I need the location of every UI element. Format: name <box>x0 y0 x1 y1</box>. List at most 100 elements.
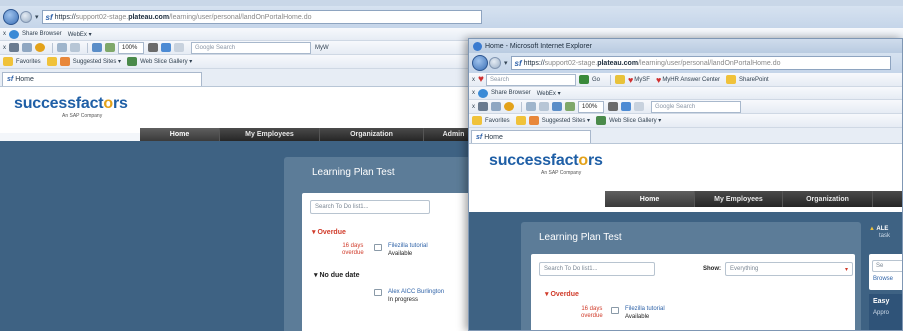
front-toolbar-search-input[interactable]: Search <box>485 73 576 86</box>
myhr-answer-center-link[interactable]: MyHR Answer Center <box>662 77 720 83</box>
front-nav-back-button[interactable] <box>472 55 488 71</box>
front-todo-search-input[interactable]: Search To Do list1... <box>539 262 655 276</box>
google-search-input[interactable]: Google Search <box>651 100 741 113</box>
add-favorite-icon[interactable] <box>46 57 57 66</box>
toolbar-icon[interactable] <box>621 102 631 111</box>
front-overdue-header[interactable]: ▾ Overdue <box>545 290 579 298</box>
print-icon[interactable] <box>70 43 80 52</box>
go-icon[interactable] <box>578 75 589 84</box>
zoom-level-select[interactable]: 100% <box>118 41 144 54</box>
sharepoint-link[interactable]: SharePoint <box>739 77 769 83</box>
menu-home[interactable]: Home <box>605 191 695 207</box>
tab-home[interactable]: sf Home <box>2 72 202 86</box>
zoom-level-select[interactable]: 100% <box>578 100 604 113</box>
tool-t-icon[interactable] <box>608 102 618 111</box>
menu-more[interactable] <box>873 191 902 207</box>
webex-menu[interactable]: WebEx ▾ <box>68 31 92 38</box>
back-address-bar[interactable]: sf https://support02-stage. plateau.com/l… <box>41 10 482 24</box>
favorites-button[interactable]: Favorites <box>485 118 510 124</box>
toolbar-separator <box>521 101 522 112</box>
edit-icon[interactable] <box>552 102 562 111</box>
approvals-link[interactable]: Appro <box>873 310 889 317</box>
grid-icon[interactable] <box>565 102 575 111</box>
back-panel-title: Learning Plan Test <box>312 167 395 178</box>
front-todo-card: Search To Do list1... Show: Everything ▾… <box>531 254 855 330</box>
share-browser-button[interactable]: Share Browser <box>491 90 531 96</box>
successfactors-logo: successfactors <box>14 95 128 112</box>
tool-t-icon[interactable] <box>148 43 158 52</box>
back-overdue-header[interactable]: ▾ Overdue <box>312 228 346 236</box>
right-panel-search-input[interactable]: Se <box>872 260 902 272</box>
front-item-checkbox[interactable] <box>611 307 619 314</box>
tab-home[interactable]: sf Home <box>471 130 591 143</box>
color-icon[interactable] <box>504 102 514 111</box>
back-nav-back-button[interactable] <box>3 9 19 25</box>
page-settings-icon[interactable] <box>174 43 184 52</box>
page-settings-icon[interactable] <box>634 102 644 111</box>
successfactors-logo: successfactors <box>489 152 603 169</box>
close-toolbar-icon[interactable]: x <box>472 104 475 110</box>
web-slice-icon <box>127 57 138 66</box>
tools-icon[interactable] <box>478 102 488 111</box>
edit-icon[interactable] <box>92 43 102 52</box>
front-title-bar: Home - Microsoft Internet Explorer <box>469 39 902 53</box>
menu-my-employees[interactable]: My Employees <box>220 128 320 141</box>
url-path: /learning/user/personal/landOnPortalHome… <box>638 59 781 67</box>
mysf-link[interactable]: MySF <box>634 77 650 83</box>
front-item-title-link[interactable]: Filezilla tutorial <box>625 306 665 313</box>
google-search-input[interactable]: Google Search <box>191 41 311 54</box>
url-scheme: https:// <box>523 59 545 67</box>
show-filter-select[interactable]: Everything ▾ <box>725 262 853 276</box>
back-todo-search-input[interactable]: Search To Do list1... <box>310 200 430 214</box>
front-address-bar[interactable]: sf https://support02-stage. plateau.com/l… <box>510 56 891 70</box>
layout-icon[interactable] <box>526 102 536 111</box>
menu-my-employees[interactable]: My Employees <box>695 191 783 207</box>
menu-organization[interactable]: Organization <box>783 191 873 207</box>
suggested-sites-icon <box>59 57 70 66</box>
front-nav-forward-button[interactable] <box>489 57 501 69</box>
suggested-sites-link[interactable]: Suggested Sites ▾ <box>542 117 590 124</box>
web-slice-gallery-link[interactable]: Web Slice Gallery ▾ <box>140 58 192 65</box>
back-nav-forward-button[interactable] <box>20 11 32 23</box>
back-item-title-link[interactable]: Filezilla tutorial <box>388 243 428 250</box>
go-button[interactable]: Go <box>592 77 600 83</box>
menu-home[interactable]: Home <box>140 128 220 141</box>
favorites-button[interactable]: Favorites <box>16 59 41 65</box>
suggested-sites-link[interactable]: Suggested Sites ▾ <box>73 58 121 65</box>
web-slice-gallery-link[interactable]: Web Slice Gallery ▾ <box>609 117 661 124</box>
back-nodue-header[interactable]: ▾ No due date <box>314 271 360 279</box>
back-item-checkbox[interactable] <box>374 289 382 296</box>
back-item-title-link[interactable]: Alex AICC Burlington <box>388 289 444 296</box>
page-icon[interactable] <box>491 102 501 111</box>
webex-menu[interactable]: WebEx ▾ <box>537 90 561 97</box>
sf-favicon-icon: sf <box>7 76 14 83</box>
toolbar-icon[interactable] <box>161 43 171 52</box>
close-toolbar-icon[interactable]: x <box>3 45 6 51</box>
add-favorite-icon[interactable] <box>515 116 526 125</box>
front-address-row: ▾ sf https://support02-stage. plateau.com… <box>469 53 902 73</box>
right-panel-subtitle: task <box>879 233 891 239</box>
layout-icon[interactable] <box>57 43 67 52</box>
url-host-prefix: support02-stage. <box>75 13 129 21</box>
front-page-body: Learning Plan Test Search To Do list1...… <box>469 212 902 330</box>
heart-icon[interactable]: ♥ <box>478 74 484 85</box>
tools-icon[interactable] <box>9 43 19 52</box>
toolbar-app-icon[interactable] <box>614 75 625 84</box>
back-item-checkbox[interactable] <box>374 244 382 251</box>
close-toolbar-icon[interactable]: x <box>3 31 6 37</box>
close-toolbar-icon[interactable]: x <box>472 90 475 96</box>
close-toolbar-icon[interactable]: x <box>472 77 475 83</box>
ie-logo-icon <box>473 41 482 51</box>
color-icon[interactable] <box>35 43 45 52</box>
dropdown-arrow-icon[interactable]: ▾ <box>504 59 508 67</box>
grid-icon[interactable] <box>105 43 115 52</box>
dropdown-arrow-icon[interactable]: ▾ <box>35 13 39 21</box>
share-browser-icon <box>9 29 19 39</box>
menu-organization[interactable]: Organization <box>320 128 424 141</box>
browse-link[interactable]: Browse <box>873 276 893 283</box>
share-browser-button[interactable]: Share Browser <box>22 31 62 37</box>
print-icon[interactable] <box>539 102 549 111</box>
front-sf-header: successfactors An SAP Company Home My Em… <box>469 144 902 212</box>
front-toolbar-share: x Share Browser WebEx ▾ <box>469 87 902 100</box>
page-icon[interactable] <box>22 43 32 52</box>
